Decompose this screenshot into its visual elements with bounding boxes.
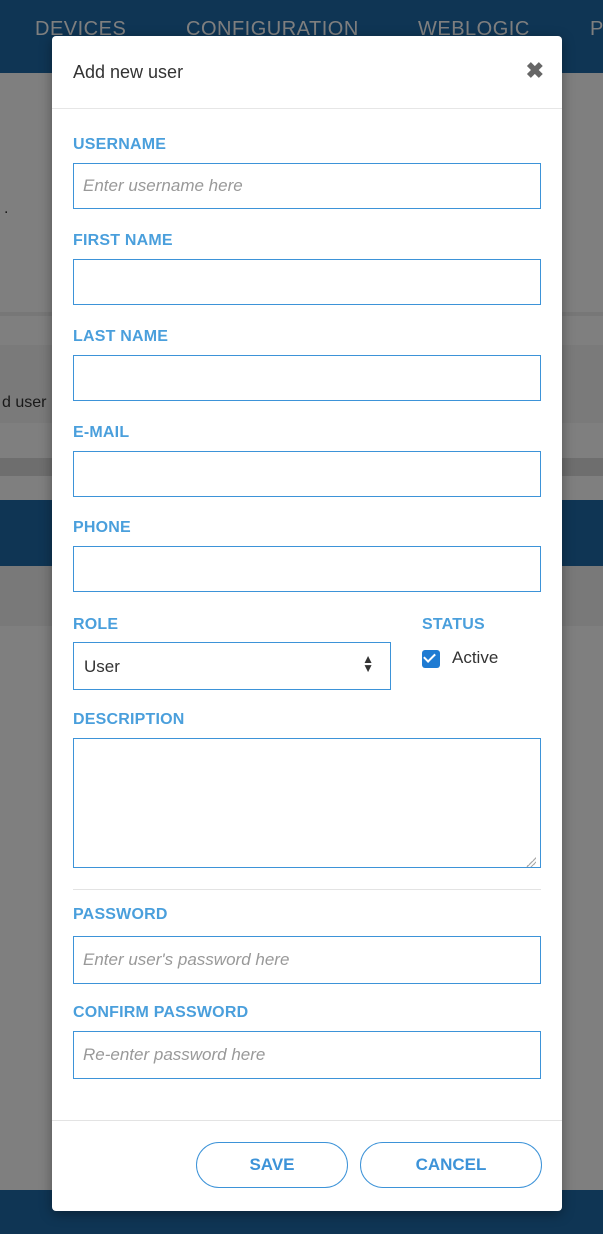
updown-icon: ▲ ▼ bbox=[362, 652, 374, 675]
footer-divider bbox=[52, 1120, 562, 1121]
first-name-input[interactable] bbox=[73, 259, 541, 305]
phone-label: PHONE bbox=[73, 519, 131, 536]
username-input[interactable] bbox=[73, 163, 541, 209]
password-input[interactable] bbox=[73, 936, 541, 984]
description-label: DESCRIPTION bbox=[73, 711, 185, 728]
section-divider bbox=[73, 889, 541, 890]
role-select[interactable]: User ▲ ▼ bbox=[73, 642, 391, 690]
phone-input[interactable] bbox=[73, 546, 541, 592]
active-checkbox[interactable] bbox=[422, 650, 440, 668]
role-selected-value: User bbox=[84, 657, 120, 676]
confirm-password-label: CONFIRM PASSWORD bbox=[73, 1004, 249, 1021]
cancel-button[interactable]: CANCEL bbox=[360, 1142, 542, 1188]
last-name-label: LAST NAME bbox=[73, 328, 169, 345]
password-label: PASSWORD bbox=[73, 906, 168, 923]
role-label: ROLE bbox=[73, 616, 119, 633]
first-name-label: FIRST NAME bbox=[73, 232, 173, 249]
confirm-password-input[interactable] bbox=[73, 1031, 541, 1079]
resize-handle-icon[interactable] bbox=[526, 857, 536, 867]
save-button[interactable]: SAVE bbox=[196, 1142, 348, 1188]
username-label: USERNAME bbox=[73, 136, 167, 153]
last-name-input[interactable] bbox=[73, 355, 541, 401]
check-icon bbox=[423, 650, 436, 663]
modal-title: Add new user bbox=[73, 62, 184, 82]
status-label: STATUS bbox=[422, 616, 485, 633]
modal-header: Add new user ✖ bbox=[52, 36, 562, 109]
email-input[interactable] bbox=[73, 451, 541, 497]
add-user-modal: Add new user ✖ USERNAME FIRST NAME LAST … bbox=[52, 36, 562, 1211]
email-label: E-MAIL bbox=[73, 424, 130, 441]
active-checkbox-label[interactable]: Active bbox=[452, 648, 498, 668]
description-textarea[interactable] bbox=[73, 738, 541, 868]
close-icon[interactable]: ✖ bbox=[526, 58, 544, 84]
